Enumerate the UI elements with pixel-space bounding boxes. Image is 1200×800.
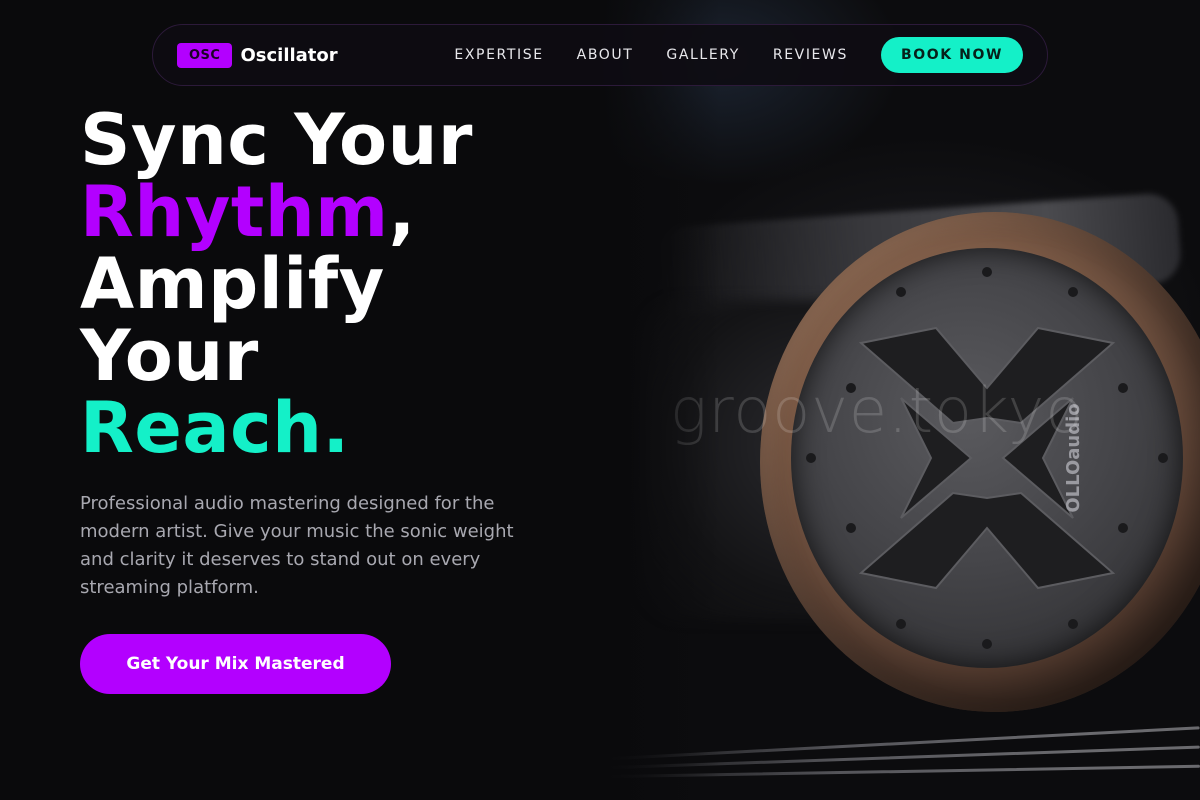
nav-link-expertise[interactable]: EXPERTISE [454,47,543,63]
logo-badge: OSC [177,42,233,68]
brand-name: Oscillator [240,44,338,66]
hero-photo: OLLOaudio groove.tokyo [600,0,1200,800]
book-now-button[interactable]: BOOK NOW [880,37,1023,73]
headline-line-4: Your [80,315,259,397]
brand-logo[interactable]: OSC Oscillator [177,42,338,68]
headline-line-3: Amplify [80,243,385,325]
headline-reach: Reach. [80,387,350,469]
nav-links: EXPERTISE ABOUT GALLERY REVIEWS [454,47,848,63]
nav-link-reviews[interactable]: REVIEWS [773,47,848,63]
nav-link-gallery[interactable]: GALLERY [666,47,739,63]
hero-description: Professional audio mastering designed fo… [80,493,514,598]
hero-headline: Sync Your Rhythm, Amplify Your Reach. [80,104,473,464]
headline-rhythm: Rhythm [80,171,389,253]
get-mix-mastered-button[interactable]: Get Your Mix Mastered [80,634,391,694]
nav-link-about[interactable]: ABOUT [577,47,634,63]
top-navbar: OSC Oscillator EXPERTISE ABOUT GALLERY R… [152,24,1048,86]
headline-line-1: Sync Your [80,99,473,181]
headline-comma: , [388,171,416,253]
earcup-grille: OLLOaudio [791,248,1183,668]
image-watermark: groove.tokyo [670,374,1085,447]
grille-pattern-icon: OLLOaudio [806,267,1168,649]
